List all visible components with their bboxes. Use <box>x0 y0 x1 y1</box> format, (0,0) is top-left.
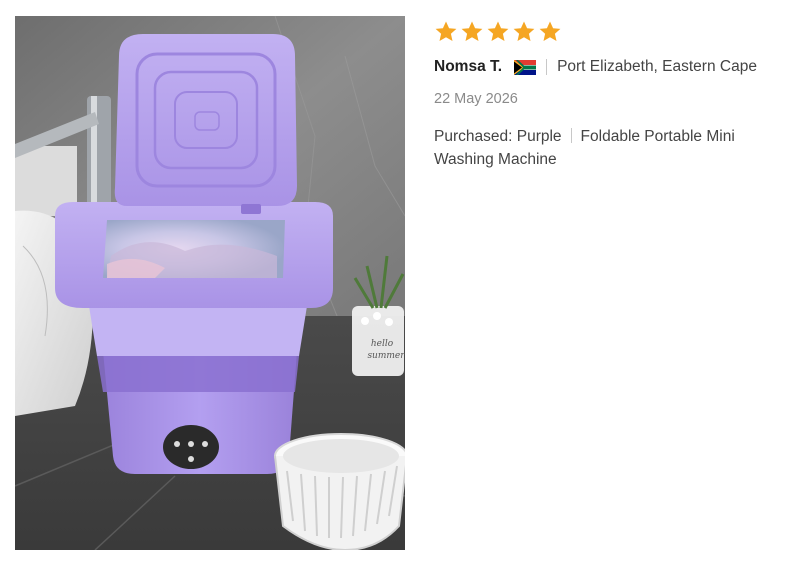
review-photo[interactable]: hello summer <box>15 16 405 550</box>
star-icon <box>435 21 457 41</box>
star-icon <box>513 21 535 41</box>
purchased-info: Purchased: Purple Foldable Portable Mini … <box>434 125 774 171</box>
star-icon <box>539 21 561 41</box>
reviewer-name: Nomsa T. <box>434 58 503 75</box>
purchased-label: Purchased: <box>434 128 513 145</box>
pot-text-hello: hello <box>371 339 394 349</box>
separator <box>546 59 548 75</box>
south-africa-flag-icon <box>514 59 537 75</box>
star-icon <box>487 21 509 41</box>
review-date: 22 May 2026 <box>434 91 518 107</box>
reviewer-location: Port Elizabeth, Eastern Cape <box>557 58 757 75</box>
review-card: hello summer Nomsa T. Port Elizabeth, Ea… <box>0 0 800 563</box>
separator <box>570 128 572 143</box>
review-details: Nomsa T. Port Elizabeth, Eastern Cape 22… <box>434 20 774 171</box>
purchased-variant: Purple <box>516 128 562 145</box>
star-icon <box>461 21 483 41</box>
star-rating <box>434 20 774 46</box>
pot-text-summer: summer <box>367 351 405 361</box>
reviewer-line: Nomsa T. Port Elizabeth, Eastern Cape <box>434 58 774 76</box>
washing-machine-photo: hello summer <box>15 16 405 550</box>
